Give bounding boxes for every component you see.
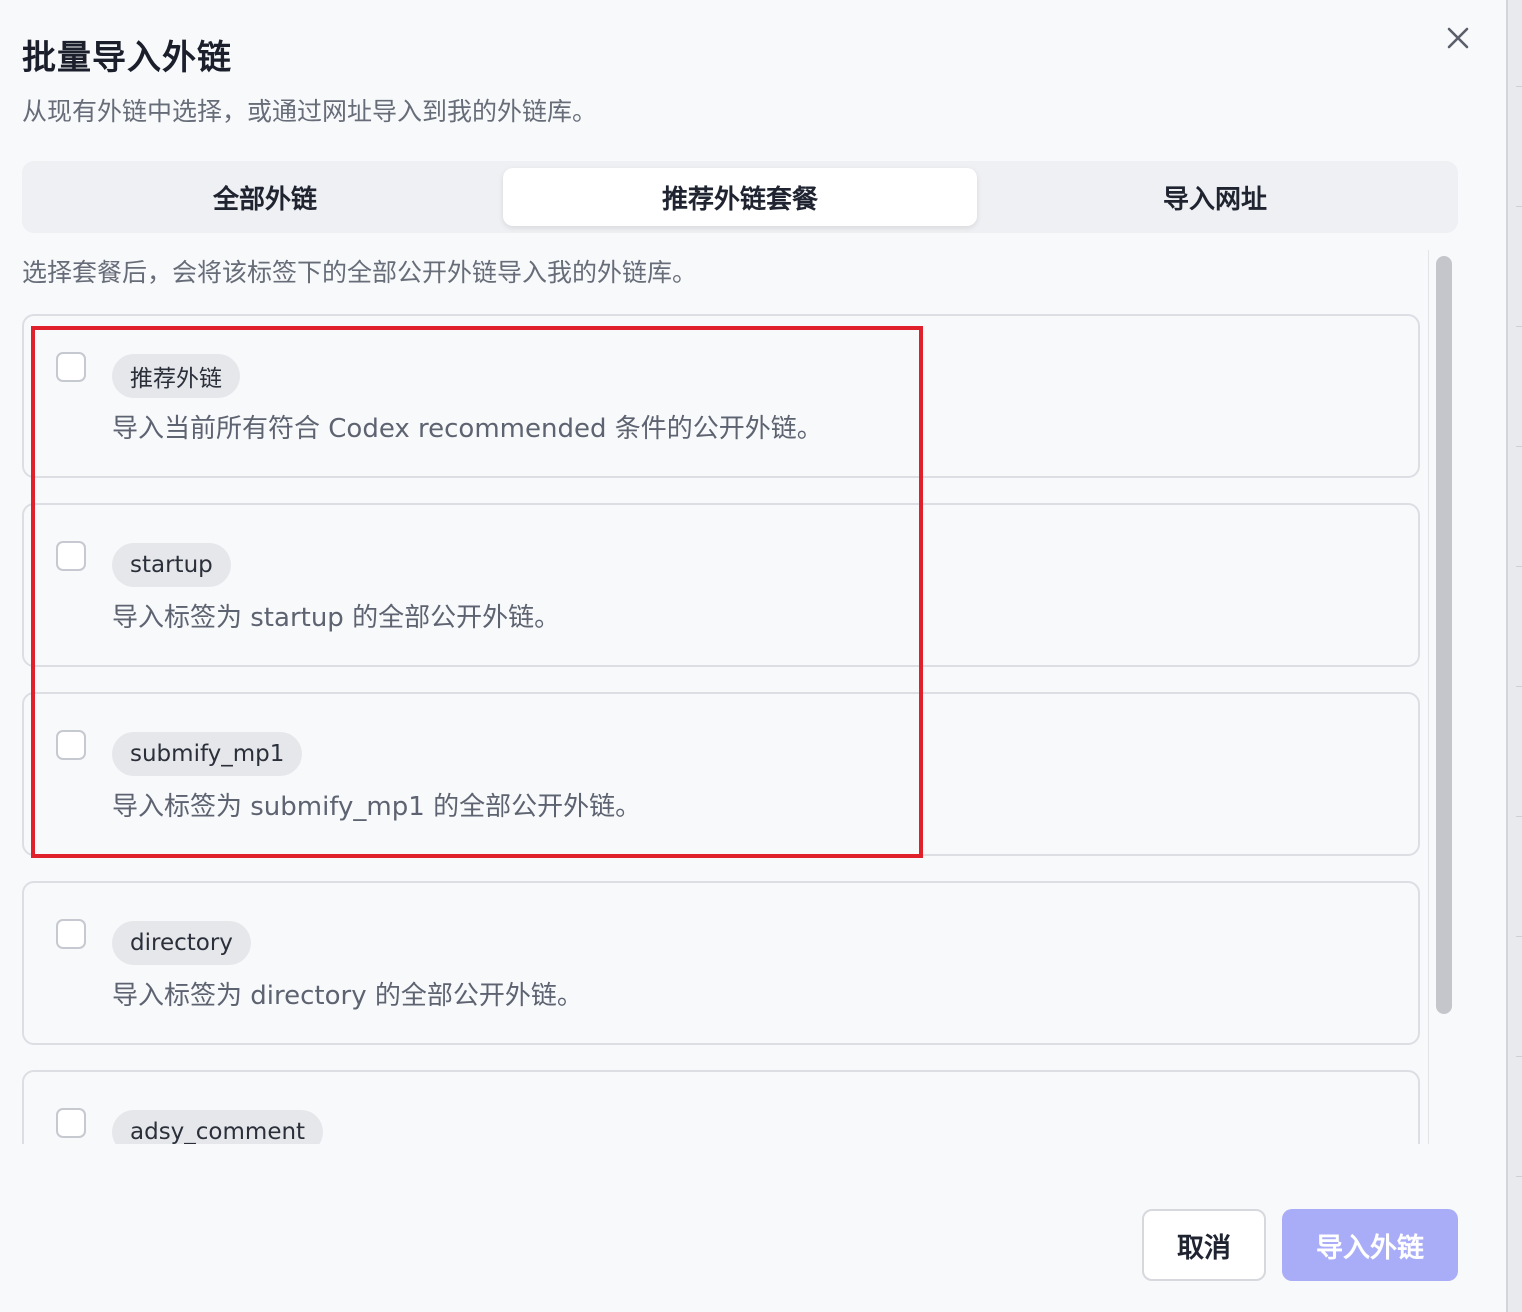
dialog-title: 批量导入外链 bbox=[22, 38, 232, 78]
package-list: 选择套餐后，会将该标签下的全部公开外链导入我的外链库。 推荐外链 导入当前所有符… bbox=[0, 232, 1430, 1144]
package-card[interactable]: directory 导入标签为 directory 的全部公开外链。 bbox=[22, 881, 1420, 1045]
package-tag-badge: submify_mp1 bbox=[112, 732, 303, 776]
package-card[interactable]: adsy_comment bbox=[22, 1070, 1420, 1144]
scrollbar-thumb[interactable] bbox=[1436, 256, 1452, 1014]
dialog-subtitle: 从现有外链中选择，或通过网址导入到我的外链库。 bbox=[22, 97, 598, 126]
package-checkbox[interactable] bbox=[56, 730, 86, 760]
package-tag-badge: startup bbox=[112, 543, 231, 587]
package-description: 导入当前所有符合 Codex recommended 条件的公开外链。 bbox=[112, 414, 823, 444]
package-tag-badge: adsy_comment bbox=[112, 1110, 324, 1144]
package-card[interactable]: 推荐外链 导入当前所有符合 Codex recommended 条件的公开外链。 bbox=[22, 314, 1420, 478]
package-card[interactable]: submify_mp1 导入标签为 submify_mp1 的全部公开外链。 bbox=[22, 692, 1420, 856]
close-icon bbox=[1447, 27, 1469, 49]
package-description: 导入标签为 submify_mp1 的全部公开外链。 bbox=[112, 792, 642, 822]
cancel-button[interactable]: 取消 bbox=[1142, 1209, 1266, 1281]
package-checkbox[interactable] bbox=[56, 352, 86, 382]
list-scrollbar[interactable] bbox=[1428, 250, 1458, 1144]
tab-all-links[interactable]: 全部外链 bbox=[28, 168, 502, 226]
package-card[interactable]: startup 导入标签为 startup 的全部公开外链。 bbox=[22, 503, 1420, 667]
package-hint: 选择套餐后，会将该标签下的全部公开外链导入我的外链库。 bbox=[22, 258, 698, 287]
package-tag-badge: directory bbox=[112, 921, 251, 965]
close-button[interactable] bbox=[1438, 18, 1478, 58]
tab-recommended-packages[interactable]: 推荐外链套餐 bbox=[503, 168, 977, 226]
background-window-edge bbox=[1506, 0, 1522, 1312]
tab-import-url[interactable]: 导入网址 bbox=[978, 168, 1452, 226]
package-description: 导入标签为 directory 的全部公开外链。 bbox=[112, 981, 583, 1011]
package-tag-badge: 推荐外链 bbox=[112, 354, 240, 398]
import-links-button[interactable]: 导入外链 bbox=[1282, 1209, 1458, 1281]
package-checkbox[interactable] bbox=[56, 919, 86, 949]
tab-bar: 全部外链 推荐外链套餐 导入网址 bbox=[22, 161, 1458, 233]
package-checkbox[interactable] bbox=[56, 541, 86, 571]
package-description: 导入标签为 startup 的全部公开外链。 bbox=[112, 603, 561, 633]
batch-import-dialog: 批量导入外链 从现有外链中选择，或通过网址导入到我的外链库。 全部外链 推荐外链… bbox=[0, 0, 1506, 1312]
package-checkbox[interactable] bbox=[56, 1108, 86, 1138]
